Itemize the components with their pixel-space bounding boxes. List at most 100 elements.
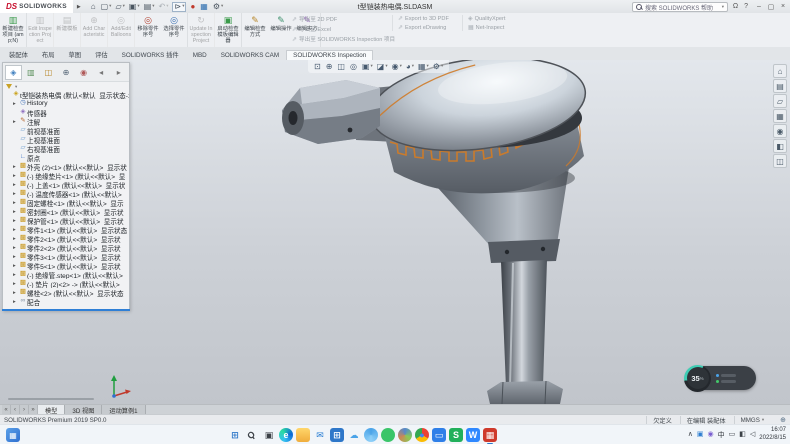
headsup-caret-icon[interactable]: ▾ [427,64,429,69]
qa-caret-icon[interactable]: ▾ [123,4,125,9]
tree-item[interactable]: ▱ 前视基准面 [3,126,129,135]
add-characteristic-button[interactable]: ⊕ Add Characteristic [81,13,108,47]
graphics-viewport[interactable]: ⊡ ⊕ ◫ ◎ ▣ ▾ ◪ ▾ ◉ ▾ ◕ ▾ ▦ ▾ ⚙ ▾ ⌂ ▤ ▱ ▦ … [0,60,790,404]
tab-layout[interactable]: 布局 [35,48,62,60]
tray-network-icon[interactable]: ◧ [739,430,746,440]
maximize-button[interactable]: ▢ [766,3,776,11]
tree-item[interactable]: ▩ 零件2<1> (默认<<默认>_显示状 [3,234,129,243]
file-explorer-icon[interactable]: ▱ [773,94,787,108]
add-edit-balloons-button[interactable]: ◎ Add/Edit Balloons [108,13,135,47]
headsup-caret-icon[interactable]: ▾ [441,64,443,69]
tree-item[interactable]: ▩ 保护管<1> (默认<<默认>_显示状 [3,216,129,225]
tray-touch-keyboard-icon[interactable]: ▭ [729,430,736,440]
qa-home-icon[interactable]: ⌂ [91,3,97,11]
tree-root-item[interactable]: ◈ t型铠装热电偶 (默认<默认_显示状态-1 [3,90,129,99]
select-balloons-button[interactable]: ◎ 选择零件序号 [161,13,188,47]
taskbar-app-green-dot[interactable] [381,428,395,442]
apply-scene-icon[interactable]: ▦ ▾ [418,63,429,71]
tray-ime[interactable]: 中 [718,430,725,440]
taskbar-app-taskview[interactable]: ▣ [262,428,276,442]
sw-resources-icon[interactable]: ⌂ [773,64,787,78]
tab-sw-inspection[interactable]: SOLIDWORKS Inspection [286,50,373,60]
propertymanager-tab[interactable]: ▥ [23,65,40,80]
tab-sketch[interactable]: 草图 [61,48,88,60]
zoom-fit-icon[interactable]: ⊡ [314,63,322,71]
tree-item[interactable]: ✎ 注解 [3,117,129,126]
tree-item[interactable]: ▩ (-) 绝缘管.step<1> (默认<<默认> [3,270,129,279]
headsup-caret-icon[interactable]: ▾ [412,64,414,69]
close-button[interactable]: × [778,3,788,11]
widgets-button[interactable]: ▦ [6,428,20,442]
tree-item[interactable]: ∟ 原点 [3,153,129,162]
update-inspection-project-button[interactable]: ↻ Update Inspection Project [188,13,215,47]
minimize-button[interactable]: – [754,3,764,11]
net-inspect[interactable]: ▦ Net-Inspect [468,24,528,31]
tree-item[interactable]: ▱ 右视基准面 [3,144,129,153]
taskbar-app-store[interactable]: ⊞ [330,428,344,442]
tray-expand-icon[interactable]: ∧ [688,430,693,440]
search-caret-icon[interactable]: ▾ [722,4,724,10]
taskbar-app-wps[interactable]: W [466,428,480,442]
annotation-view-icon[interactable]: ◎ [350,63,358,71]
model-collar[interactable] [488,239,560,263]
taskbar-app-solidworks[interactable]: ▦ [483,428,497,442]
export-edrawing[interactable]: ⇗ Export eDrawing [398,24,462,31]
panel-scroll-right[interactable]: ▸ [110,65,127,80]
export-3d-pdf[interactable]: ⇗ Export to 3D PDF [398,15,462,22]
displaymanager-tab[interactable]: ◉ [75,65,92,80]
tree-item[interactable]: ▩ (-) 绝缘垫片<1> (默认<<默认>_显 [3,171,129,180]
qa-file-properties-icon[interactable]: ▦ [200,3,209,11]
configurationmanager-tab[interactable]: ◫ [40,65,57,80]
headsup-caret-icon[interactable]: ▾ [371,64,373,69]
panel-splitter[interactable] [2,309,130,311]
tab-mbd[interactable]: MBD [186,50,214,60]
performance-widget[interactable]: 35 % [686,366,756,390]
taskbar-app-chrome[interactable]: ● [415,428,429,442]
featuremanager-tab[interactable]: ◈ [5,65,22,80]
qa-new-document-icon[interactable]: ▢ ▾ [101,3,112,11]
qa-undo-icon[interactable]: ↶ ▾ [159,3,169,11]
panel-scroll-left[interactable]: ◂ [93,65,110,80]
clock[interactable]: 16:07 2022/8/15 [759,427,786,443]
custom-properties-icon[interactable]: ◧ [773,139,787,153]
tree-horizontal-scrollbar[interactable] [8,398,94,400]
taskbar-app-swirl[interactable] [364,428,378,442]
edit-appearance-icon[interactable]: ◕ ▾ [406,63,414,71]
tree-item[interactable]: ◷ History [3,99,129,108]
taskbar-app-start[interactable]: ⊞ [228,428,242,442]
taskbar-app-monitor[interactable]: ▭ [432,428,446,442]
qa-performance-icon[interactable]: ● [190,3,196,11]
filter-caret-icon[interactable]: ▾ [15,84,17,90]
help-icon[interactable]: ? [744,3,748,10]
headsup-caret-icon[interactable]: ▾ [400,64,402,69]
tray-defender-icon[interactable]: ▣ [697,430,704,440]
qa-caret-icon[interactable]: ▾ [137,4,139,9]
tab-evaluate[interactable]: 评估 [88,48,115,60]
logo-expander-icon[interactable]: ▶ [77,4,81,10]
appearances-icon[interactable]: ◉ [773,124,787,138]
qa-caret-icon[interactable]: ▾ [152,4,154,9]
tree-item[interactable]: ∞ 配合 [3,297,129,306]
export-excel[interactable]: ⇗ 导出至 Excel [292,25,388,33]
tree-item[interactable]: ▩ 零件1<1> (默认<<默认>_显示状态 [3,225,129,234]
tree-item[interactable]: ▩ 固定螺栓<1> (默认<<默认>_显示 [3,198,129,207]
forum-icon[interactable]: ◫ [773,154,787,168]
view-settings-icon[interactable]: ⚙ ▾ [433,63,443,71]
user-account-icon[interactable]: Ω [733,3,738,10]
edit-operation-button[interactable]: ✎ 编辑操作 [268,13,294,47]
tree-item[interactable]: ▩ (-) 垫片 (2)<2> -> (默认<<默认> [3,279,129,288]
qualityxpert[interactable]: ◈ QualityXpert [468,15,528,22]
new-template-button[interactable]: ▤ 新建模板 [54,13,81,47]
export-sw-inspection[interactable]: ⇗ 导出至 SOLIDWORKS Inspection 项目 [292,35,388,43]
tree-item[interactable]: ▩ (-) 温度传感器<1> (默认<<默认>_ [3,189,129,198]
tray-volume-icon[interactable]: ◁ [750,430,755,440]
tray-app-icon[interactable]: ◉ [708,430,714,440]
qa-print-icon[interactable]: ▤ ▾ [144,3,155,11]
display-style-icon[interactable]: ◪ ▾ [377,63,388,71]
tree-item[interactable]: ▩ 零件5<1> (默认<<默认>_显示状 [3,261,129,270]
qa-save-icon[interactable]: ▣ ▾ [129,3,140,11]
qa-caret-icon[interactable]: ▾ [166,4,168,9]
qa-select-icon[interactable]: ⊳ ▾ [172,2,186,12]
taskbar-app-mail[interactable]: ✉ [313,428,327,442]
tab-assembly[interactable]: 装配体 [2,48,35,60]
